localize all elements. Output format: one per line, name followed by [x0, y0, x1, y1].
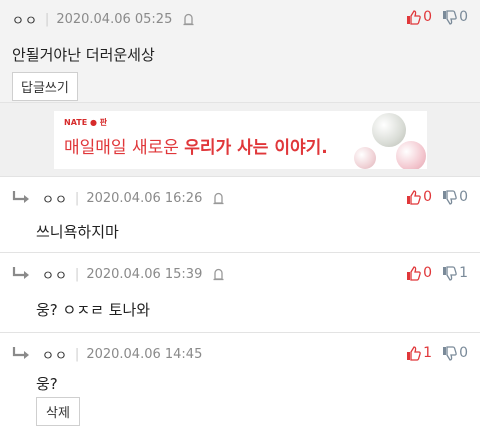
vote-area: 1 0 [396, 345, 468, 361]
comment-date: 2020.04.06 15:39 [86, 266, 203, 282]
upvote-count: 1 [423, 345, 433, 361]
thumbs-down-icon [443, 9, 457, 25]
top-comment: ㅇㅇ | 2020.04.06 05:25 0 0 안될거야난 더러운세상 답글… [0, 0, 480, 103]
thumbs-up-icon [407, 265, 421, 281]
separator: | [44, 11, 50, 27]
thumbs-down-icon [443, 265, 457, 281]
ad-pearl-image [372, 113, 406, 147]
separator: | [74, 266, 80, 282]
vote-area: 0 0 [396, 189, 468, 205]
report-icon[interactable] [182, 13, 195, 26]
ad-text-bold: 우리가 사는 이야기. [184, 138, 328, 158]
ad-brand: NATE ● 판 [64, 118, 108, 127]
thumbs-down-icon [443, 345, 457, 361]
comment-date: 2020.04.06 14:45 [86, 346, 203, 362]
downvote-count: 0 [459, 345, 468, 361]
comment-meta: ㅇㅇ | 2020.04.06 14:45 [12, 345, 203, 364]
reply-arrow-icon [12, 347, 29, 359]
thumbs-up-icon [407, 345, 421, 361]
nickname[interactable]: ㅇㅇ [42, 265, 68, 284]
comment-text: 웅? ㅇㅈㄹ 토나와 [36, 301, 151, 319]
comment-text: 쓰니욕하지마 [36, 223, 119, 241]
comment-date: 2020.04.06 16:26 [86, 190, 203, 206]
reply-comment: ㅇㅇ | 2020.04.06 16:26 0 0 쓰니욕하지마 [0, 177, 480, 253]
comment-date: 2020.04.06 05:25 [56, 11, 173, 27]
reply-button[interactable]: 답글쓰기 [12, 72, 78, 101]
nickname[interactable]: ㅇㅇ [12, 10, 38, 29]
upvote-button[interactable]: 0 [406, 9, 432, 25]
reply-comment: ㅇㅇ | 2020.04.06 14:45 1 0 웅? 삭제 [0, 333, 480, 435]
thumbs-up-icon [407, 9, 421, 25]
ad-banner[interactable]: NATE ● 판 매일매일 새로운 우리가 사는 이야기. [54, 111, 427, 169]
ad-text: 매일매일 새로운 우리가 사는 이야기. [64, 133, 328, 158]
separator: | [74, 190, 80, 206]
upvote-count: 0 [423, 265, 433, 281]
comment-meta: ㅇㅇ | 2020.04.06 16:26 [12, 189, 225, 208]
thumbs-up-icon [407, 189, 421, 205]
comment-meta: ㅇㅇ | 2020.04.06 15:39 [12, 265, 225, 284]
vote-area: 0 1 [396, 265, 468, 281]
downvote-button[interactable]: 0 [442, 345, 468, 361]
ad-pearl-image [396, 141, 426, 169]
reply-arrow-icon [12, 267, 29, 279]
downvote-button[interactable]: 0 [442, 189, 468, 205]
report-icon[interactable] [212, 268, 225, 281]
ad-text-plain: 매일매일 새로운 [64, 138, 185, 158]
reply-arrow-icon [12, 191, 29, 203]
upvote-button[interactable]: 1 [406, 345, 432, 361]
upvote-button[interactable]: 0 [406, 265, 432, 281]
downvote-button[interactable]: 1 [442, 265, 468, 281]
comment-text: 안될거야난 더러운세상 [12, 46, 155, 64]
comment-text: 웅? [36, 375, 58, 393]
reply-comment: ㅇㅇ | 2020.04.06 15:39 0 1 웅? ㅇㅈㄹ 토나와 [0, 253, 480, 333]
downvote-count: 1 [459, 265, 468, 281]
ad-section: NATE ● 판 매일매일 새로운 우리가 사는 이야기. [0, 103, 480, 177]
vote-area: 0 0 [396, 9, 468, 25]
downvote-count: 0 [459, 189, 468, 205]
separator: | [74, 346, 80, 362]
nickname[interactable]: ㅇㅇ [42, 189, 68, 208]
upvote-count: 0 [423, 9, 433, 25]
upvote-count: 0 [423, 189, 433, 205]
downvote-button[interactable]: 0 [442, 9, 468, 25]
nickname[interactable]: ㅇㅇ [42, 345, 68, 364]
downvote-count: 0 [459, 9, 468, 25]
thumbs-down-icon [443, 189, 457, 205]
comment-meta: ㅇㅇ | 2020.04.06 05:25 [12, 10, 195, 29]
upvote-button[interactable]: 0 [406, 189, 432, 205]
ad-pearl-image [354, 147, 376, 169]
report-icon[interactable] [212, 192, 225, 205]
delete-button[interactable]: 삭제 [36, 397, 80, 426]
